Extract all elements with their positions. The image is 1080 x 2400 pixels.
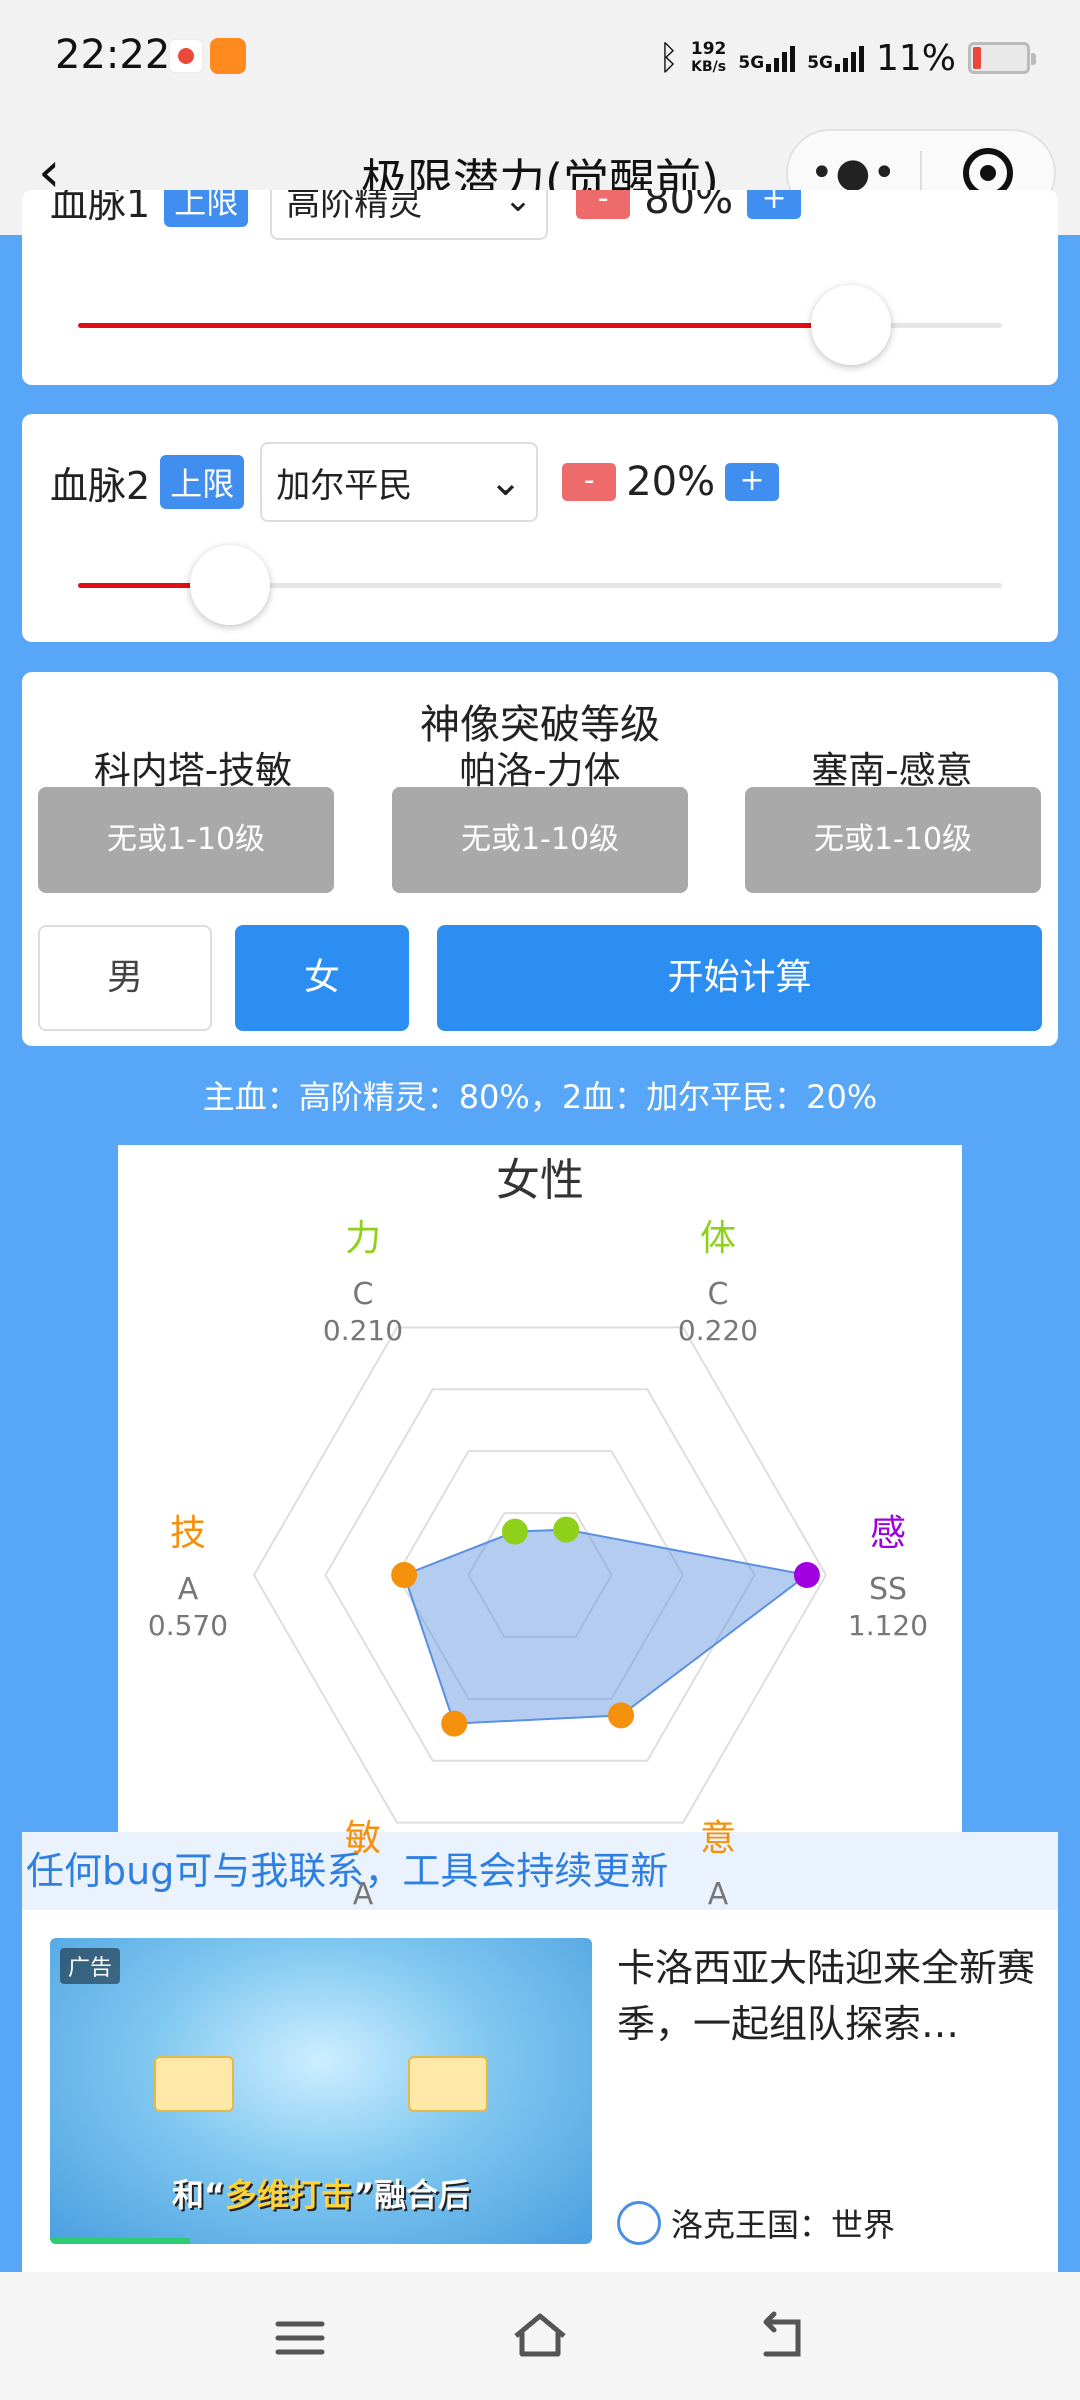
clock: 22:22 <box>55 32 171 78</box>
menu-icon[interactable] <box>270 2308 330 2368</box>
statue-col-label-3: 塞南-感意 <box>811 749 973 792</box>
blood2-slider-thumb[interactable] <box>190 545 270 625</box>
ad-video-progress <box>50 2238 190 2244</box>
ad-game-logo-left <box>154 2056 234 2112</box>
shopping-app-icon <box>210 38 246 74</box>
radar-point-1 <box>553 1516 580 1543</box>
statue-card: 神像突破等级 科内塔-技敏 帕洛-力体 塞南-感意 无或1-10级 无或1-10… <box>22 672 1058 1046</box>
radar-point-0 <box>501 1518 528 1545</box>
radar-axis-label-5: 技 <box>170 1513 206 1554</box>
radar-chart: 女性 力C0.210体C0.220感SS1.120技A0.570 <box>148 1155 928 1824</box>
radar-axis-value-0: 0.210 <box>323 1314 403 1347</box>
radar-data-area <box>402 1528 810 1725</box>
blood2-label: 血脉2 <box>50 463 151 508</box>
radar-axis-value-1: 0.220 <box>678 1314 758 1347</box>
chevron-down-icon: ⌄ <box>503 190 533 220</box>
radar-chart-panel: 女性 力 C 0.210 体 C 0.220 感 SS 1.120 技 A 0.570 <box>118 1145 962 1845</box>
ad-avatar <box>617 2201 661 2245</box>
radar-axis-grade-5: A <box>178 1572 199 1607</box>
bluetooth-icon: ᛒ <box>658 38 679 78</box>
sim1-signal-icon: 5G <box>738 44 796 73</box>
blood1-card: 血脉1 上限 高阶精灵 ⌄ - 80% + <box>22 190 1058 385</box>
blood2-percent: 20% <box>626 459 716 505</box>
sim1-label: 5G <box>738 53 765 73</box>
blood1-minus-button[interactable]: - <box>576 190 631 219</box>
blood1-label: 血脉1 <box>50 190 151 226</box>
summary-text: 主血：高阶精灵：80%，2血：加尔平民：20% <box>202 1078 878 1116</box>
radar-axis-grade-4: A <box>353 1877 374 1912</box>
radar-axis-value-5: 0.570 <box>148 1609 228 1642</box>
sim2-signal-icon: 5G <box>807 44 864 72</box>
blood2-slider[interactable] <box>78 545 1002 625</box>
ad-caption-pre: 和“ <box>171 2176 225 2214</box>
blood2-card: 血脉2 上限 加尔平民 ⌄ - 20% + <box>22 414 1058 642</box>
statue-level-button-2[interactable]: 无或1-10级 <box>392 787 688 893</box>
statue-level-button-3[interactable]: 无或1-10级 <box>745 787 1041 893</box>
blood1-select[interactable]: 高阶精灵 ⌄ <box>270 190 549 240</box>
statue-col-label-2: 帕洛-力体 <box>459 749 621 792</box>
blood1-select-value: 高阶精灵 <box>286 190 423 224</box>
radar-point-3 <box>608 1702 635 1729</box>
ad-tag: 广告 <box>60 1948 121 1984</box>
radar-axis-label-2: 感 <box>870 1513 906 1554</box>
maps-app-icon <box>168 38 204 74</box>
blood1-slider-thumb[interactable] <box>811 285 891 365</box>
radar-axis-grade-1: C <box>708 1277 729 1312</box>
blood1-slider-fill <box>78 323 851 328</box>
ad-source-name: 洛克王国：世界 <box>671 2206 896 2244</box>
chevron-down-icon: ⌄ <box>488 459 523 505</box>
battery-icon <box>968 42 1036 74</box>
blood1-limit-button[interactable]: 上限 <box>164 190 249 227</box>
chart-title: 女性 <box>496 1155 584 1206</box>
blood2-select[interactable]: 加尔平民 ⌄ <box>260 442 539 522</box>
ad-caption: 和“多维打击”融合后 <box>50 2170 592 2216</box>
blood1-plus-button[interactable]: + <box>747 190 802 219</box>
radar-point-2 <box>793 1562 820 1588</box>
radar-axis-value-2: 1.120 <box>848 1609 928 1642</box>
blood2-plus-button[interactable]: + <box>725 463 780 501</box>
radar-axis-label-1: 体 <box>700 1218 736 1259</box>
statue-level-button-1[interactable]: 无或1-10级 <box>38 787 334 893</box>
radar-point-4 <box>441 1710 468 1737</box>
blood2-limit-button[interactable]: 上限 <box>160 455 245 509</box>
back-icon[interactable] <box>752 2308 812 2368</box>
blood2-select-value: 加尔平民 <box>276 465 413 506</box>
radar-axis-grade-0: C <box>353 1277 374 1312</box>
statue-col-label-1: 科内塔-技敏 <box>93 749 293 792</box>
radar-axis-grade-2: SS <box>869 1572 907 1607</box>
sim2-label: 5G <box>807 53 833 73</box>
ad-caption-post: ”融合后 <box>353 2176 471 2214</box>
ad-image[interactable]: 广告 和“多维打击”融合后 <box>50 1938 592 2244</box>
more-dots-icon[interactable]: •●• <box>788 153 920 193</box>
blood2-minus-button[interactable]: - <box>562 463 617 501</box>
radar-axis-label-4: 敏 <box>345 1818 381 1859</box>
ad-game-logo-right <box>408 2056 488 2112</box>
battery-percent: 11% <box>875 37 956 79</box>
gender-female-button[interactable]: 女 <box>235 925 409 1031</box>
gender-male-button[interactable]: 男 <box>38 925 212 1031</box>
net-speed-unit: KB/s <box>691 59 727 75</box>
blood1-slider[interactable] <box>78 285 1002 365</box>
radar-point-5 <box>391 1562 418 1588</box>
ad-caption-highlight: 多维打击 <box>224 2176 353 2214</box>
radar-axis-label-3: 意 <box>700 1818 736 1859</box>
status-icons: ᛒ 192 KB/s 5G 5G 11% <box>658 36 1036 80</box>
status-bar: 22:22 ᛒ 192 KB/s 5G 5G 11% <box>0 0 1080 115</box>
ad-title[interactable]: 卡洛西亚大陆迎来全新赛季，一起组队探索… <box>617 1940 1037 2052</box>
radar-axis-grade-3: A <box>708 1877 729 1912</box>
net-speed: 192 KB/s <box>691 40 727 76</box>
ad-source[interactable]: 洛克王国：世界 <box>617 2200 895 2246</box>
net-speed-value: 192 <box>690 39 727 59</box>
ad-card[interactable]: 广告 和“多维打击”融合后 卡洛西亚大陆迎来全新赛季，一起组队探索… 洛克王国：… <box>22 1910 1058 2272</box>
radar-axis-label-0: 力 <box>345 1218 381 1259</box>
home-icon[interactable] <box>508 2306 572 2366</box>
blood1-percent: 80% <box>644 190 734 223</box>
system-nav-bar <box>0 2272 1080 2400</box>
calculate-button[interactable]: 开始计算 <box>437 925 1042 1031</box>
